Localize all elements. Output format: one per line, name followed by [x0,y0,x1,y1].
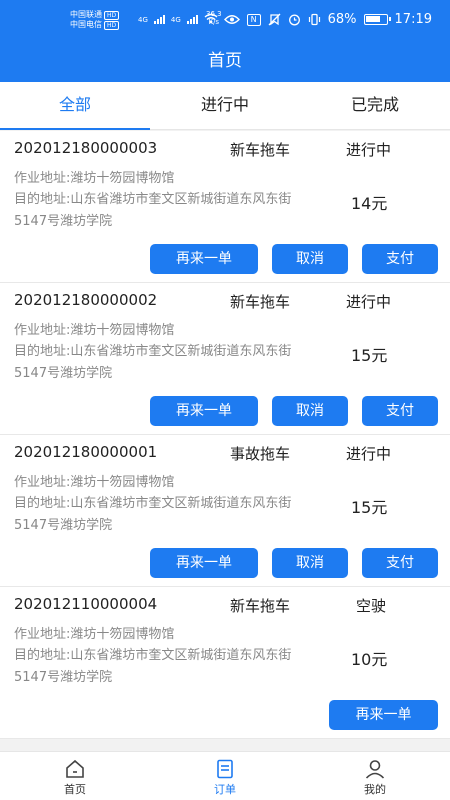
cancel-button[interactable]: 取消 [272,244,348,274]
battery-icon [363,14,391,25]
home-icon [66,759,84,778]
bottom-nav: 首页 订单 我的 [0,751,450,800]
net-type-1: 4G [138,16,148,24]
reorder-button[interactable]: 再来一单 [150,548,258,578]
mute-icon [268,13,281,26]
work-address: 作业地址:潍坊十笏园博物馆 [14,475,175,490]
order-list[interactable]: 202012180000003 新车拖车 进行中 作业地址:潍坊十笏园博物馆 目… [0,131,450,751]
status-bar: 中国联通 HD 中国电信 HD 4G 4G 36.3 K/s N 68% 17:19 [0,0,450,36]
cancel-button[interactable]: 取消 [272,548,348,578]
work-address: 作业地址:潍坊十笏园博物馆 [14,171,175,186]
order-card[interactable]: 202012180000003 新车拖车 进行中 作业地址:潍坊十笏园博物馆 目… [0,131,450,283]
carrier-2: 中国电信 [70,20,102,29]
nav-orders[interactable]: 订单 [150,752,300,800]
hd-badge: HD [104,21,120,30]
order-type: 新车拖车 [230,293,291,311]
net-type-2: 4G [170,16,181,24]
order-price: 15元 [351,498,388,517]
order-tabs: 全部 进行中 已完成 [0,82,450,130]
carrier-1: 中国联通 [70,10,102,19]
order-card[interactable]: 202012180000002 新车拖车 进行中 作业地址:潍坊十笏园博物馆 目… [0,283,450,435]
nav-home-label: 首页 [64,783,86,796]
pay-button[interactable]: 支付 [362,244,438,274]
destination-address: 目的地址:山东省潍坊市奎文区新城街道东风东街5147号潍坊学院 [14,496,292,533]
top-bar: 中国联通 HD 中国电信 HD 4G 4G 36.3 K/s N 68% 17:19… [0,0,450,82]
order-status: 进行中 [346,293,392,311]
tab-completed[interactable]: 已完成 [300,82,450,129]
signal-icon [186,15,198,24]
eye-icon [223,15,240,24]
work-address: 作业地址:潍坊十笏园博物馆 [14,627,175,642]
carrier-info: 中国联通 HD 中国电信 HD [70,10,120,30]
order-price: 15元 [351,346,388,365]
reorder-button[interactable]: 再来一单 [150,244,258,274]
profile-icon [365,760,385,779]
page-title: 首页 [208,51,242,71]
order-type: 新车拖车 [230,141,291,159]
order-type: 事故拖车 [230,445,291,463]
hd-badge: HD [104,11,120,20]
speed-unit: K/s [208,18,220,26]
order-number: 202012180000003 [14,139,158,157]
destination-address: 目的地址:山东省潍坊市奎文区新城街道东风东街5147号潍坊学院 [14,192,292,229]
tab-all[interactable]: 全部 [0,82,150,130]
status-right: N 68% 17:19 [223,12,432,27]
pay-button[interactable]: 支付 [362,548,438,578]
nav-home[interactable]: 首页 [0,752,150,800]
battery-percent: 68% [327,12,357,27]
clock: 17:19 [394,12,432,27]
alarm-icon [288,14,300,26]
destination-address: 目的地址:山东省潍坊市奎文区新城街道东风东街5147号潍坊学院 [14,648,292,685]
nfc-icon: N [246,13,261,26]
order-price: 10元 [351,650,388,669]
tab-in-progress[interactable]: 进行中 [150,82,300,129]
cancel-button[interactable]: 取消 [272,396,348,426]
vibrate-icon [308,13,320,26]
nav-profile[interactable]: 我的 [300,752,450,800]
order-number: 202012180000002 [14,291,158,309]
order-type: 新车拖车 [230,597,291,615]
order-status: 进行中 [346,141,392,159]
nav-profile-label: 我的 [364,783,386,796]
nav-orders-label: 订单 [214,783,236,796]
order-status: 空驶 [356,597,387,615]
destination-address: 目的地址:山东省潍坊市奎文区新城街道东风东街5147号潍坊学院 [14,344,292,381]
order-number: 202012110000004 [14,595,158,613]
order-price: 14元 [351,194,388,213]
order-card[interactable]: 202012180000001 事故拖车 进行中 作业地址:潍坊十笏园博物馆 目… [0,435,450,587]
work-address: 作业地址:潍坊十笏园博物馆 [14,323,175,338]
pay-button[interactable]: 支付 [362,396,438,426]
reorder-button[interactable]: 再来一单 [329,700,438,730]
order-number: 202012180000001 [14,443,158,461]
order-status: 进行中 [346,445,392,463]
order-card[interactable]: 202012110000004 新车拖车 空驶 作业地址:潍坊十笏园博物馆 目的… [0,587,450,739]
reorder-button[interactable]: 再来一单 [150,396,258,426]
order-icon [217,759,233,779]
network-speed: 36.3 K/s [206,10,222,26]
speed-value: 36.3 [206,10,222,18]
signal-icon [153,15,165,24]
